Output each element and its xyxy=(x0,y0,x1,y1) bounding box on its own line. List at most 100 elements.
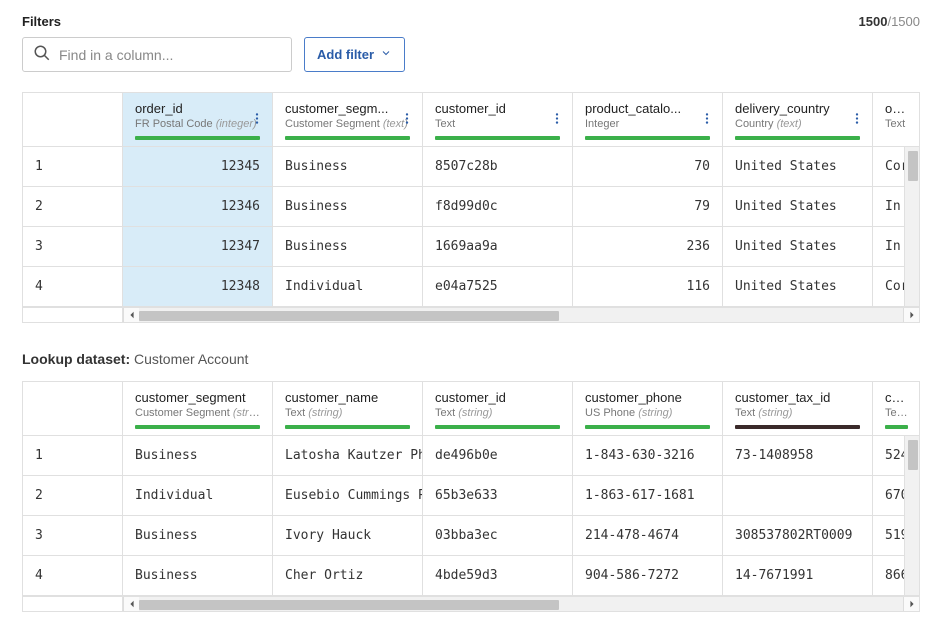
table-cell[interactable]: Eusebio Cummings P... xyxy=(273,476,423,516)
column-type: Customer Segment (text) xyxy=(285,118,410,130)
table-cell[interactable]: United States xyxy=(723,267,873,307)
column-menu-button[interactable] xyxy=(850,111,864,128)
table-cell[interactable]: Business xyxy=(123,556,273,596)
column-title: order_ xyxy=(885,101,908,116)
column-header[interactable]: customer_segm... Customer Segment (text) xyxy=(273,93,423,147)
column-header[interactable]: customer_tax_id Text (string) xyxy=(723,382,873,436)
column-menu-button[interactable] xyxy=(400,111,414,128)
table-cell[interactable]: de496b0e xyxy=(423,436,573,476)
table-cell[interactable]: 12345 xyxy=(123,147,273,187)
table-cell[interactable]: 03bba3ec xyxy=(423,516,573,556)
vertical-scrollbar[interactable] xyxy=(905,147,919,307)
search-icon xyxy=(33,44,59,65)
column-type: Text (string) xyxy=(285,407,410,419)
column-quality-bar xyxy=(435,425,560,429)
table-cell[interactable]: 73-1408958 xyxy=(723,436,873,476)
column-header[interactable]: customer_idText (string) xyxy=(423,382,573,436)
table-cell[interactable]: In xyxy=(873,227,905,267)
column-menu-button[interactable] xyxy=(700,111,714,128)
column-title: customer_segm... xyxy=(285,101,410,116)
column-type: Text (string) xyxy=(735,407,860,419)
table-cell[interactable]: 12348 xyxy=(123,267,273,307)
table-cell[interactable]: 519 xyxy=(873,516,905,556)
table-cell[interactable]: United States xyxy=(723,147,873,187)
table-cell[interactable]: 308537802RT0009 xyxy=(723,516,873,556)
table-cell[interactable]: 1-843-630-3216 xyxy=(573,436,723,476)
table-cell[interactable]: Cor xyxy=(873,147,905,187)
table-cell[interactable]: 214-478-4674 xyxy=(573,516,723,556)
row-options-header[interactable] xyxy=(23,93,123,147)
column-menu-button[interactable] xyxy=(250,111,264,128)
column-header[interactable]: custonText (str xyxy=(873,382,920,436)
table-cell[interactable]: United States xyxy=(723,187,873,227)
table-cell[interactable]: 14-7671991 xyxy=(723,556,873,596)
table-cell[interactable]: In xyxy=(873,187,905,227)
table-cell[interactable]: 79 xyxy=(573,187,723,227)
table-cell[interactable]: Ivory Hauck xyxy=(273,516,423,556)
table-cell[interactable]: Cor xyxy=(873,267,905,307)
table-cell[interactable]: 4bde59d3 xyxy=(423,556,573,596)
table-cell[interactable]: 116 xyxy=(573,267,723,307)
table-cell[interactable]: Business xyxy=(273,187,423,227)
table-cell[interactable]: 70 xyxy=(573,147,723,187)
column-quality-bar xyxy=(585,425,710,429)
horizontal-scrollbar-main[interactable] xyxy=(22,307,920,323)
table-cell[interactable]: 8507c28b xyxy=(423,147,573,187)
table-cell[interactable]: Business xyxy=(123,516,273,556)
chevron-down-icon xyxy=(380,47,392,62)
table-cell[interactable]: 12347 xyxy=(123,227,273,267)
column-type: US Phone (string) xyxy=(585,407,710,419)
scroll-right-icon[interactable] xyxy=(903,597,919,611)
table-cell[interactable] xyxy=(723,476,873,516)
table-cell[interactable]: 12346 xyxy=(123,187,273,227)
row-count: 1500/1500 xyxy=(859,14,920,29)
table-cell[interactable]: Business xyxy=(273,227,423,267)
column-header[interactable]: customer_segment Customer Segment (stri..… xyxy=(123,382,273,436)
column-type: Text xyxy=(885,118,908,130)
table-cell[interactable]: e04a7525 xyxy=(423,267,573,307)
table-cell[interactable]: 670 xyxy=(873,476,905,516)
column-title: customer_tax_id xyxy=(735,390,860,405)
filters-label: Filters xyxy=(22,14,61,29)
horizontal-scrollbar-lookup[interactable] xyxy=(22,596,920,612)
column-header[interactable]: delivery_countryCountry (text) xyxy=(723,93,873,147)
table-cell[interactable]: 866 xyxy=(873,556,905,596)
table-cell[interactable]: 1669aa9a xyxy=(423,227,573,267)
scroll-right-icon[interactable] xyxy=(903,308,919,322)
table-cell[interactable]: 65b3e633 xyxy=(423,476,573,516)
column-header[interactable]: product_catalo...Integer xyxy=(573,93,723,147)
row-options-header xyxy=(23,382,123,436)
column-search[interactable] xyxy=(22,37,292,72)
table-cell[interactable]: 236 xyxy=(573,227,723,267)
column-header[interactable]: customer_phoneUS Phone (string) xyxy=(573,382,723,436)
column-quality-bar xyxy=(735,425,860,429)
scroll-left-icon[interactable] xyxy=(123,597,139,611)
column-header[interactable]: order_ Text xyxy=(873,93,920,147)
vertical-scrollbar[interactable] xyxy=(905,436,919,596)
column-title: custon xyxy=(885,390,908,405)
table-cell[interactable]: Individual xyxy=(123,476,273,516)
table-cell[interactable]: 904-586-7272 xyxy=(573,556,723,596)
column-header[interactable]: customer_nameText (string) xyxy=(273,382,423,436)
column-title: customer_id xyxy=(435,101,560,116)
table-cell[interactable]: f8d99d0c xyxy=(423,187,573,227)
column-quality-bar xyxy=(435,136,560,140)
column-header[interactable]: customer_idText xyxy=(423,93,573,147)
scroll-left-icon[interactable] xyxy=(123,308,139,322)
table-cell[interactable]: Latosha Kautzer PhD xyxy=(273,436,423,476)
column-title: customer_segment xyxy=(135,390,260,405)
column-title: customer_id xyxy=(435,390,560,405)
table-cell[interactable]: 1-863-617-1681 xyxy=(573,476,723,516)
table-cell[interactable]: Business xyxy=(273,147,423,187)
table-cell[interactable]: Cher Ortiz xyxy=(273,556,423,596)
column-type: Integer xyxy=(585,118,710,130)
table-cell[interactable]: 524 xyxy=(873,436,905,476)
column-type: Customer Segment (stri... xyxy=(135,407,260,419)
table-cell[interactable]: Individual xyxy=(273,267,423,307)
table-cell[interactable]: United States xyxy=(723,227,873,267)
search-input[interactable] xyxy=(59,47,281,63)
table-cell[interactable]: Business xyxy=(123,436,273,476)
column-menu-button[interactable] xyxy=(550,111,564,128)
add-filter-button[interactable]: Add filter xyxy=(304,37,405,72)
column-header[interactable]: order_idFR Postal Code (integer) xyxy=(123,93,273,147)
